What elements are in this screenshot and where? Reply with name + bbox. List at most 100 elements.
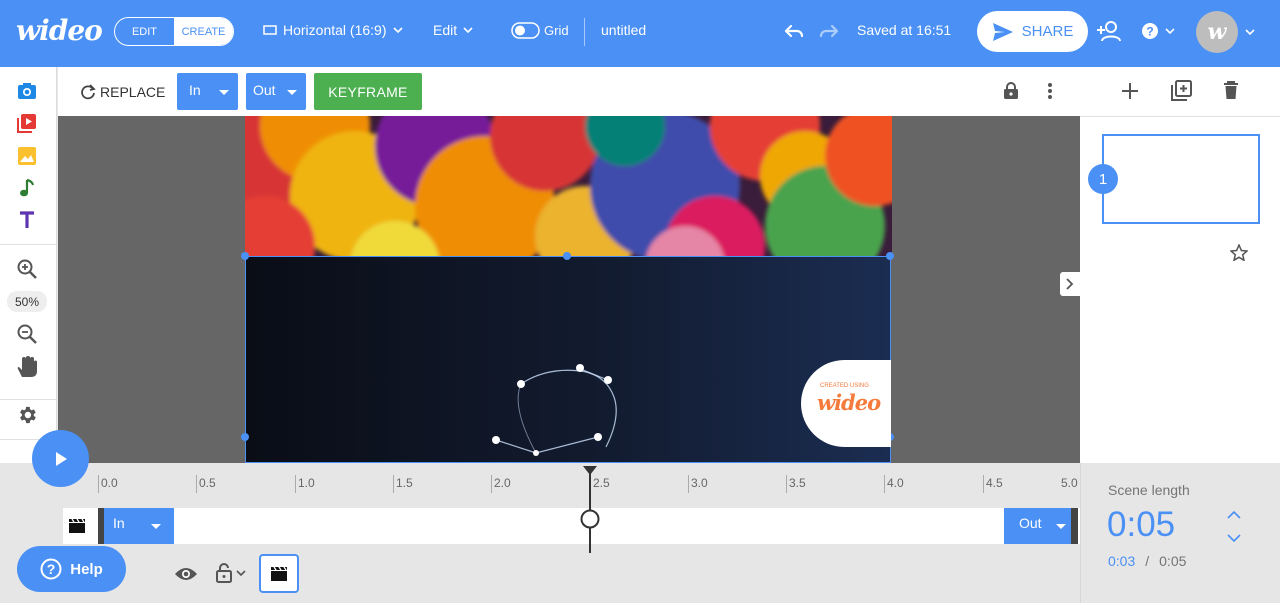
chevron-up-icon[interactable]: [1227, 510, 1241, 519]
help-button[interactable]: ? Help: [17, 546, 126, 592]
ruler-tick-label: 3.5: [789, 476, 806, 490]
selected-background-element[interactable]: [245, 256, 891, 463]
out-animation-block[interactable]: Out: [1004, 508, 1074, 544]
play-button[interactable]: [32, 430, 89, 487]
music-icon[interactable]: [15, 176, 39, 200]
badge-logo: wideo: [817, 390, 881, 415]
time-readout: 0:03 / 0:05: [1108, 553, 1186, 569]
out-animation-dropdown[interactable]: Out: [246, 73, 306, 110]
avatar[interactable]: w: [1196, 11, 1238, 53]
total-time: 0:05: [1159, 553, 1187, 569]
text-icon[interactable]: [15, 208, 39, 232]
divider: [1080, 116, 1280, 117]
ruler-tick-label: 4.0: [887, 476, 904, 490]
ruler-tick-label: 4.5: [986, 476, 1003, 490]
camera-icon[interactable]: [15, 79, 39, 103]
svg-text:?: ?: [47, 561, 56, 577]
ruler-tick: [98, 475, 99, 493]
lock-icon[interactable]: [1003, 82, 1019, 100]
ruler-tick: [786, 475, 787, 493]
scene-length-label: Scene length: [1108, 482, 1190, 498]
delete-scene-icon[interactable]: [1223, 81, 1239, 100]
chevron-down-icon: [1165, 28, 1175, 34]
redo-icon[interactable]: [818, 22, 842, 42]
replace-label: REPLACE: [100, 84, 166, 100]
mode-create[interactable]: CREATE: [174, 18, 233, 45]
ruler-tick: [491, 475, 492, 493]
wideo-logo[interactable]: wideo: [16, 14, 103, 47]
clapperboard-icon: [270, 566, 288, 582]
chevron-down-icon[interactable]: [1245, 29, 1255, 35]
resize-handle[interactable]: [563, 252, 571, 260]
ruler-tick: [295, 475, 296, 493]
send-icon: [992, 22, 1014, 42]
collapse-panel-button[interactable]: [1060, 272, 1080, 296]
image-icon[interactable]: [15, 144, 39, 168]
question-icon: ?: [1141, 22, 1159, 40]
more-vert-icon[interactable]: [1046, 82, 1054, 100]
chevron-right-icon: [1066, 278, 1074, 290]
add-scene-icon[interactable]: [1121, 82, 1139, 100]
zoom-level: 50%: [7, 291, 47, 312]
caret-down-icon: [219, 90, 229, 95]
left-toolbar: 50%: [0, 67, 57, 463]
add-user-icon[interactable]: [1096, 20, 1122, 42]
caret-down-icon: [287, 90, 297, 95]
star-icon[interactable]: [1230, 244, 1248, 261]
ruler-tick-label: 5.0: [1061, 476, 1078, 490]
format-dropdown[interactable]: Horizontal (16:9): [263, 22, 403, 38]
duplicate-scene-icon[interactable]: [1170, 80, 1192, 102]
replace-button[interactable]: REPLACE: [80, 82, 165, 102]
scene-thumbnail[interactable]: [1102, 134, 1260, 224]
aspect-icon: [263, 25, 277, 35]
chevron-down-icon: [236, 570, 246, 576]
zoom-out-icon[interactable]: [15, 322, 39, 346]
edit-menu[interactable]: Edit: [433, 22, 473, 38]
bokeh-background-image[interactable]: [245, 116, 892, 256]
track-out-label: Out: [1019, 515, 1042, 531]
help-label: Help: [70, 560, 103, 578]
keyframe-button[interactable]: KEYFRAME: [314, 73, 422, 110]
top-bar: wideo EDIT CREATE Horizontal (16:9) Edit…: [0, 0, 1280, 67]
hand-icon[interactable]: [15, 355, 39, 379]
ruler-tick-label: 1.0: [298, 476, 315, 490]
settings-icon[interactable]: [15, 403, 39, 427]
out-trim-handle[interactable]: [1071, 508, 1078, 544]
grid-label: Grid: [544, 23, 569, 38]
in-animation-dropdown[interactable]: In: [177, 73, 238, 110]
eye-icon[interactable]: [174, 566, 198, 582]
mode-edit[interactable]: EDIT: [115, 18, 174, 45]
resize-handle[interactable]: [241, 433, 249, 441]
chevron-down-icon[interactable]: [1227, 534, 1241, 543]
created-using-badge: CREATED USING wideo: [801, 360, 891, 447]
unlock-icon: [216, 563, 232, 583]
scene-mode-button[interactable]: [259, 554, 299, 593]
in-animation-block[interactable]: In: [104, 508, 174, 544]
scene-length-value[interactable]: 0:05: [1107, 505, 1175, 545]
grid-toggle[interactable]: Grid: [511, 22, 569, 39]
timeline-track[interactable]: [63, 508, 1080, 544]
zoom-in-icon[interactable]: [15, 257, 39, 281]
share-button[interactable]: SHARE: [977, 11, 1088, 52]
badge-caption: CREATED USING: [820, 383, 869, 389]
playhead[interactable]: [580, 465, 600, 553]
clapperboard-icon: [68, 518, 86, 534]
edit-create-toggle[interactable]: EDIT CREATE: [114, 17, 234, 46]
resize-handle[interactable]: [241, 252, 249, 260]
track-in-label: In: [113, 515, 125, 531]
ruler-tick: [983, 475, 984, 493]
toggle-switch-icon: [511, 22, 540, 39]
resize-handle[interactable]: [886, 252, 894, 260]
caret-down-icon: [1056, 524, 1066, 529]
scene-number: 1: [1088, 164, 1118, 194]
help-menu[interactable]: ?: [1141, 22, 1175, 40]
edit-menu-label: Edit: [433, 22, 458, 38]
in-label: In: [189, 82, 201, 98]
undo-icon[interactable]: [781, 22, 805, 42]
caret-down-icon: [151, 524, 161, 529]
project-title[interactable]: untitled: [601, 22, 646, 38]
time-separator: /: [1145, 553, 1150, 569]
video-icon[interactable]: [15, 111, 39, 135]
ruler-tick: [884, 475, 885, 493]
lock-dropdown[interactable]: [216, 563, 246, 583]
